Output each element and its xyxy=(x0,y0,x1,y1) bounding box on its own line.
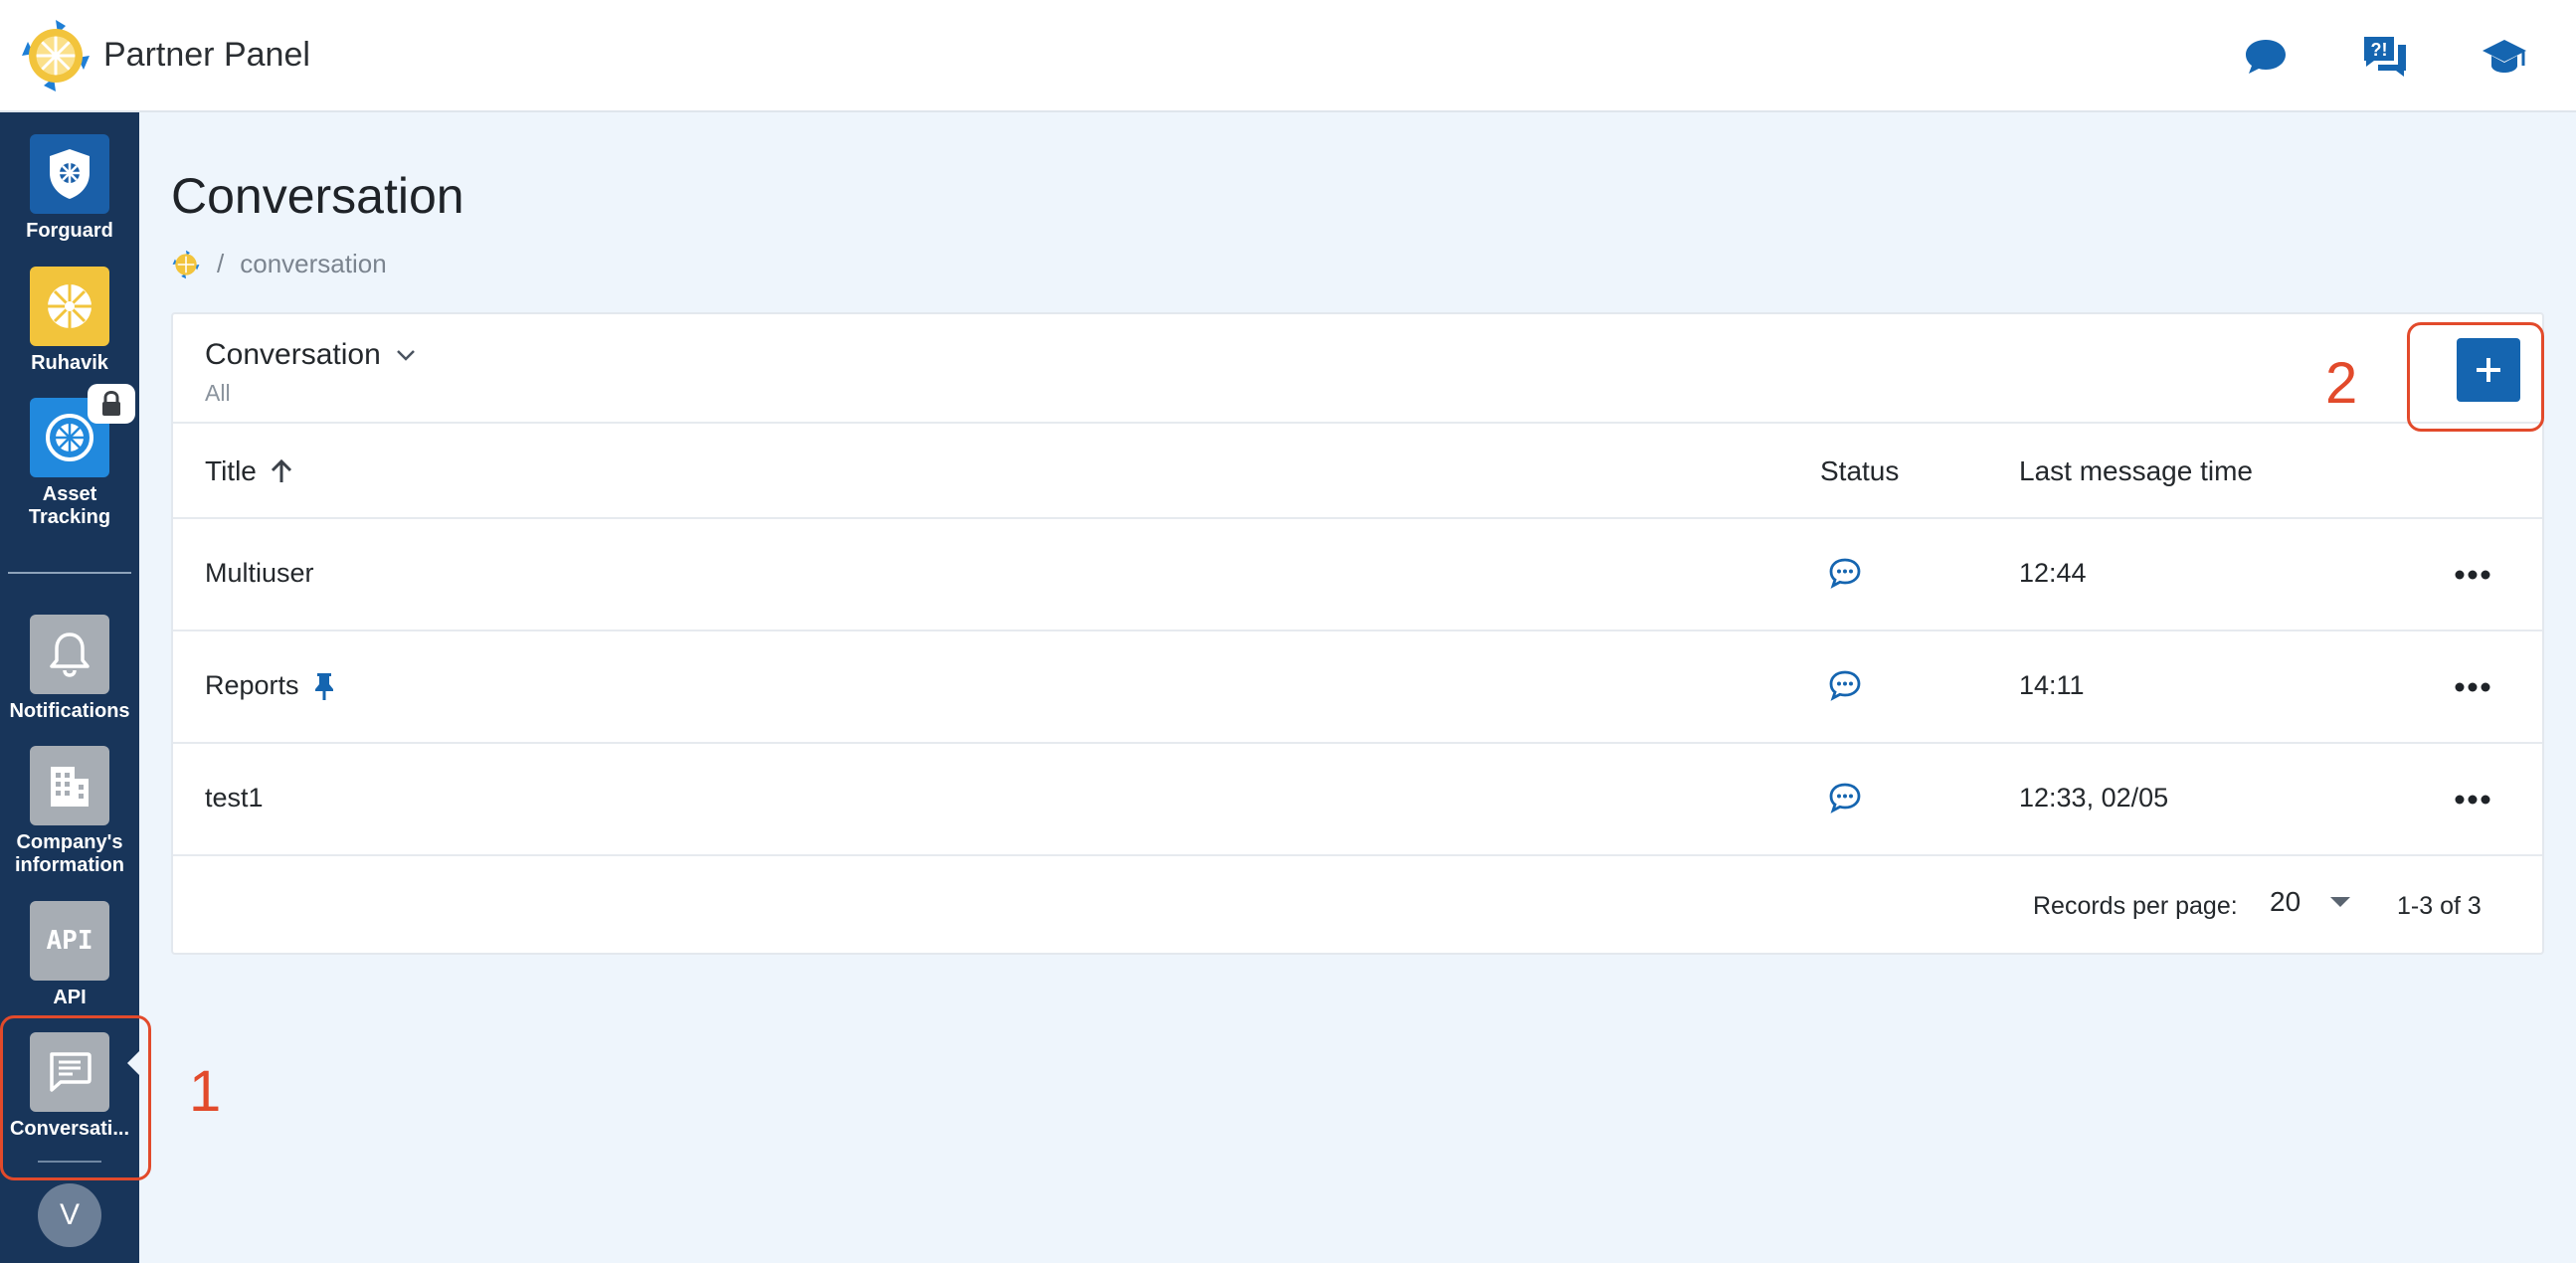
page-title: Conversation xyxy=(171,168,464,224)
shield-icon xyxy=(30,134,109,214)
sidebar-item-label-line2: Tracking xyxy=(28,506,111,528)
chat-bubble-icon[interactable] xyxy=(2238,29,2294,85)
sidebar-item-asset-tracking[interactable]: Asset Tracking xyxy=(0,384,139,529)
svg-text:?!: ?! xyxy=(2371,40,2388,60)
records-per-page-select[interactable]: 20 xyxy=(2270,886,2351,918)
status-chat-icon xyxy=(1828,782,1862,813)
chevron-down-icon xyxy=(396,350,415,361)
sidebar-item-company-information[interactable]: Company's information xyxy=(0,746,139,877)
breadcrumb: / conversation xyxy=(171,249,387,279)
row-title: Reports xyxy=(205,670,299,700)
records-per-page-label: Records per page: xyxy=(2033,892,2238,920)
view-selector[interactable]: Conversation xyxy=(205,338,417,372)
annotation-box-2 xyxy=(2407,322,2544,432)
column-status: Status xyxy=(1820,455,1900,486)
row-last-message-time: 12:33, 02/05 xyxy=(2019,783,2169,812)
sidebar-item-label: Notifications xyxy=(9,700,130,722)
more-options-icon[interactable] xyxy=(2451,780,2494,819)
sidebar-item-label-line2: information xyxy=(15,854,124,876)
brand[interactable]: Partner Panel xyxy=(18,18,310,93)
card-subtitle: All xyxy=(205,380,231,406)
dropdown-caret-icon xyxy=(2330,897,2351,907)
conversation-card: Conversation All Title Status Last messa… xyxy=(171,312,2544,955)
sidebar-item-label: Forguard xyxy=(26,220,113,242)
row-title-cell: Reports xyxy=(205,670,335,701)
sidebar-item-ruhavik[interactable]: Ruhavik xyxy=(0,267,139,375)
help-chat-icon[interactable]: ?! xyxy=(2357,29,2413,85)
table-row[interactable]: test1 12:33, 02/05 xyxy=(173,744,2542,856)
api-icon: API xyxy=(30,901,109,981)
graduation-cap-icon[interactable] xyxy=(2477,29,2532,85)
table-footer: Records per page: 20 1-3 of 3 xyxy=(173,856,2542,955)
sidebar-item-label-line1: Asset xyxy=(42,483,97,505)
row-title: Multiuser xyxy=(205,558,314,588)
table-row[interactable]: Reports 14:11 xyxy=(173,632,2542,744)
column-title[interactable]: Title xyxy=(205,455,294,487)
annotation-label-2: 2 xyxy=(2325,351,2358,416)
building-icon xyxy=(30,746,109,825)
table-header: Title Status Last message time xyxy=(173,424,2542,519)
ruhavik-icon xyxy=(30,267,109,346)
column-last-message-time: Last message time xyxy=(2019,455,2253,486)
sidebar-item-label-line1: Company's xyxy=(16,831,123,853)
pin-icon xyxy=(314,672,333,700)
row-last-message-time: 12:44 xyxy=(2019,558,2087,588)
bell-icon xyxy=(30,615,109,694)
app-title: Partner Panel xyxy=(103,36,310,74)
more-options-icon[interactable] xyxy=(2451,555,2494,595)
lock-icon xyxy=(88,384,135,424)
brand-logo-icon xyxy=(22,19,90,91)
sidebar-item-api[interactable]: API API xyxy=(0,901,139,1009)
annotation-label-1: 1 xyxy=(189,1059,222,1124)
sidebar-divider xyxy=(8,572,131,574)
sidebar-item-label: Ruhavik xyxy=(31,352,108,374)
status-chat-icon xyxy=(1828,669,1862,701)
records-per-page-value: 20 xyxy=(2270,886,2301,917)
top-actions: ?! xyxy=(2238,0,2576,112)
table-row[interactable]: Multiuser 12:44 xyxy=(173,519,2542,632)
avatar[interactable]: V xyxy=(38,1183,101,1247)
status-chat-icon xyxy=(1828,557,1862,589)
sidebar-item-label: API xyxy=(53,987,87,1008)
api-icon-text: API xyxy=(46,926,93,956)
pagination-range: 1-3 of 3 xyxy=(2397,892,2482,920)
breadcrumb-separator: / xyxy=(217,249,225,278)
card-header: Conversation All xyxy=(173,314,2542,424)
home-logo-icon[interactable] xyxy=(171,250,201,279)
top-bar: Partner Panel ?! xyxy=(0,0,2576,112)
row-last-message-time: 14:11 xyxy=(2019,670,2085,700)
sort-ascending-icon xyxy=(271,458,291,482)
card-title: Conversation xyxy=(205,338,381,371)
sidebar-item-notifications[interactable]: Notifications xyxy=(0,615,139,723)
column-title-label: Title xyxy=(205,455,257,486)
more-options-icon[interactable] xyxy=(2451,667,2494,707)
sidebar-item-forguard[interactable]: Forguard xyxy=(0,134,139,243)
annotation-box-1 xyxy=(0,1015,151,1180)
breadcrumb-current: conversation xyxy=(240,249,387,278)
row-title: test1 xyxy=(205,783,264,812)
